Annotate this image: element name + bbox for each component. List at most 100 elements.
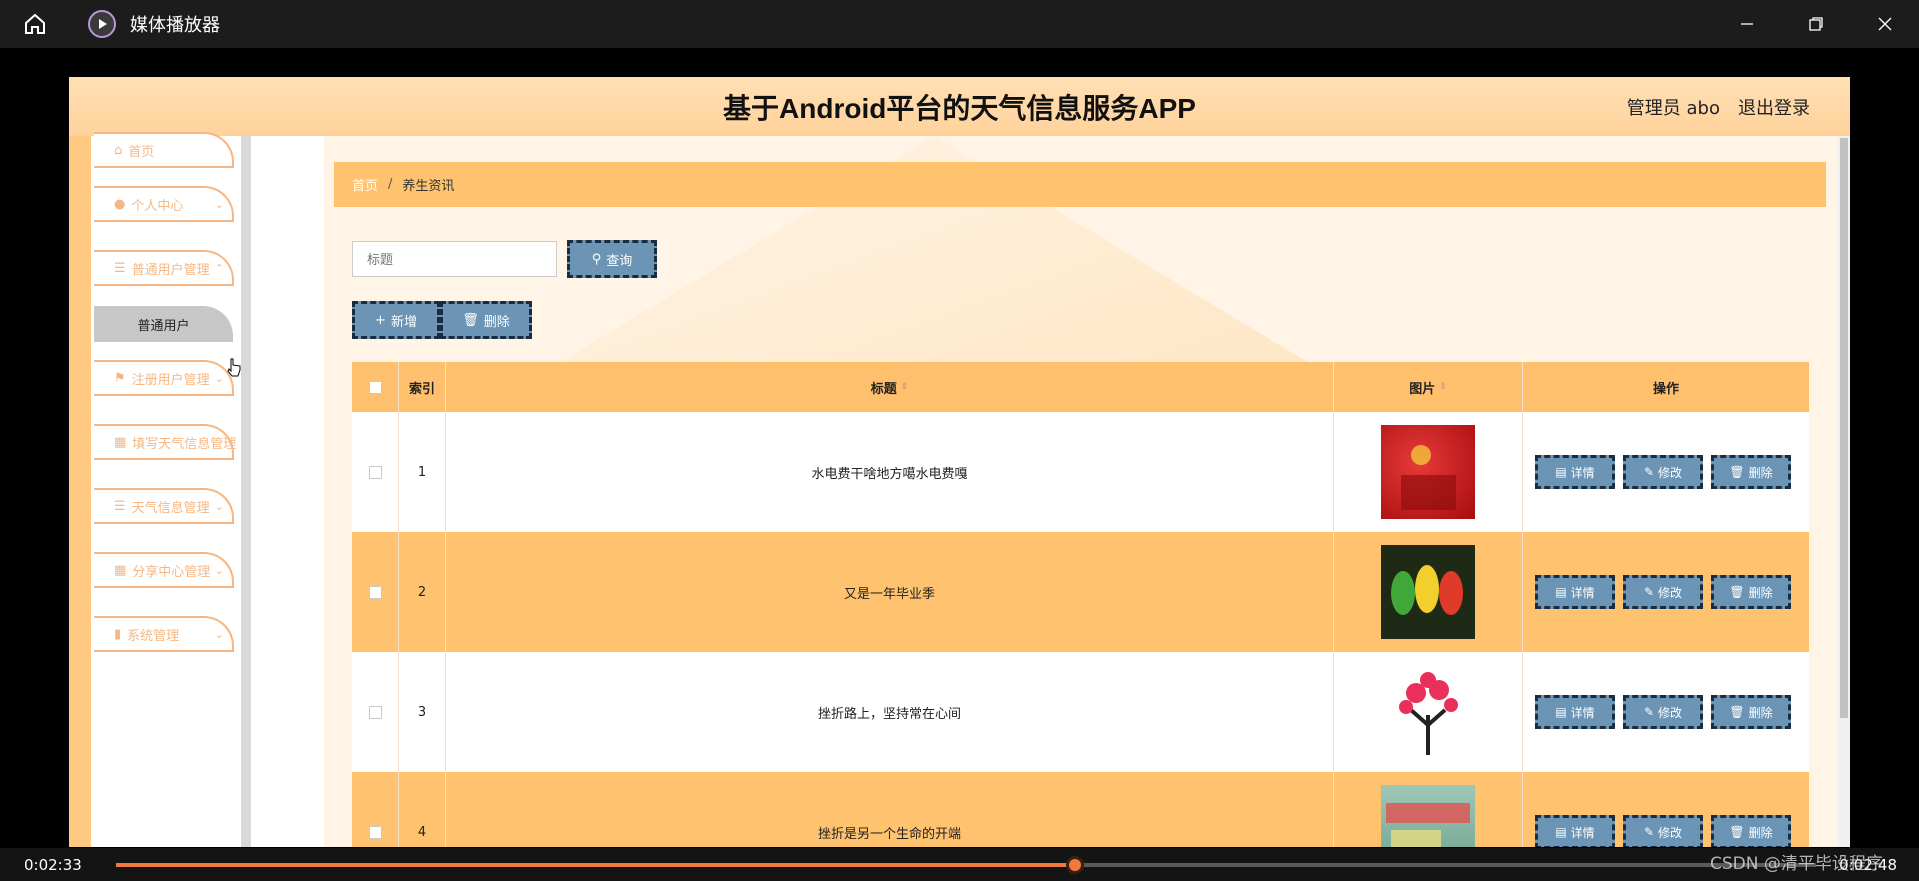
sidebar-item-label: 分享中心管理 <box>132 564 211 580</box>
breadcrumb-current: 养生资讯 <box>402 179 455 194</box>
row-index: 4 <box>399 772 446 847</box>
row-checkbox[interactable] <box>368 585 382 599</box>
delete-button[interactable]: 🗑 删除 <box>1711 695 1791 729</box>
document-icon: ▤ <box>1555 705 1567 719</box>
row-title: 水电费干啥地方噶水电费嘎 <box>446 412 1334 532</box>
maximize-button[interactable] <box>1781 0 1850 48</box>
delete-button[interactable]: 🗑 删除 <box>1711 455 1791 489</box>
edit-label: 修改 <box>1658 465 1683 480</box>
row-checkbox[interactable] <box>368 825 382 839</box>
row-checkbox[interactable] <box>368 705 382 719</box>
row-thumbnail-image[interactable] <box>1381 425 1475 519</box>
row-checkbox[interactable] <box>368 465 382 479</box>
add-button[interactable]: + 新增 <box>352 301 440 339</box>
search-icon: ⚲ <box>591 251 602 267</box>
sidebar-item-home[interactable]: ⌂ 首页 <box>94 132 234 168</box>
scrollbar-thumb[interactable] <box>1840 138 1848 718</box>
edit-button[interactable]: ✎ 修改 <box>1623 695 1703 729</box>
sidebar-item-normal-user-mgmt[interactable]: ☰ 普通用户管理 ⌃ <box>94 250 234 286</box>
edit-button[interactable]: ✎ 修改 <box>1623 815 1703 847</box>
row-thumbnail-image[interactable] <box>1381 785 1475 847</box>
sidebar-item-weather-mgmt[interactable]: ☰ 天气信息管理 ⌄ <box>94 488 234 524</box>
document-icon: ▤ <box>1555 465 1567 479</box>
admin-user-label[interactable]: 管理员 abo <box>1627 94 1720 120</box>
sidebar-item-label: 系统管理 <box>127 628 180 644</box>
vertical-scrollbar[interactable] <box>1838 136 1850 847</box>
chevron-down-icon: ⌄ <box>214 197 224 211</box>
sidebar-item-label: 填写天气信息管理 <box>132 436 237 452</box>
close-button[interactable] <box>1850 0 1919 48</box>
logout-link[interactable]: 退出登录 <box>1738 94 1810 120</box>
detail-button[interactable]: ▤ 详情 <box>1535 815 1615 847</box>
detail-button[interactable]: ▤ 详情 <box>1535 575 1615 609</box>
row-title: 挫折是另一个生命的开端 <box>446 772 1334 847</box>
sidebar-item-share-center-mgmt[interactable]: ▦ 分享中心管理 ⌄ <box>94 552 234 588</box>
query-button[interactable]: ⚲ 查询 <box>567 240 657 278</box>
header-index: 索引 <box>399 362 446 412</box>
batch-delete-button[interactable]: 🗑 删除 <box>440 301 532 339</box>
sidebar-item-registered-user-mgmt[interactable]: ⚑ 注册用户管理 ⌄ <box>94 360 234 396</box>
sidebar-subitem-normal-user[interactable]: 普通用户 <box>94 306 233 342</box>
header-title[interactable]: 标题 ⇕ <box>446 362 1334 412</box>
user-icon: ● <box>114 196 126 212</box>
table-row: 2 又是一年毕业季 ▤ 详情 ✎ 修改 🗑 删除 <box>352 532 1809 652</box>
delete-label: 删除 <box>1748 825 1773 840</box>
sidebar-item-fill-weather-mgmt[interactable]: ▦ 填写天气信息管理 <box>94 424 237 460</box>
table-row: 1 水电费干啥地方噶水电费嘎 ▤ 详情 ✎ 修改 🗑 删除 <box>352 412 1809 532</box>
breadcrumb-home-link[interactable]: 首页 <box>352 175 378 194</box>
detail-button[interactable]: ▤ 详情 <box>1535 455 1615 489</box>
add-label: 新增 <box>390 314 417 330</box>
detail-button[interactable]: ▤ 详情 <box>1535 695 1615 729</box>
delete-label: 删除 <box>1748 465 1773 480</box>
window-title: 媒体播放器 <box>130 15 220 36</box>
layout-gutter <box>241 136 337 847</box>
chevron-down-icon: ⌄ <box>214 563 224 577</box>
table-header: 索引 标题 ⇕ 图片 ⇕ 操作 <box>352 362 1809 412</box>
flag-icon: ⚑ <box>114 370 126 386</box>
minimize-button[interactable] <box>1712 0 1781 48</box>
row-thumbnail-image[interactable] <box>1381 665 1475 759</box>
watermark: CSDN @清平毕设程序 <box>1710 854 1883 874</box>
sidebar-item-personal-center[interactable]: ● 个人中心 ⌄ <box>94 186 234 222</box>
trash-icon: 🗑 <box>462 312 479 328</box>
edit-label: 修改 <box>1658 585 1683 600</box>
header-title-label: 标题 <box>870 381 897 397</box>
current-time: 0:02:33 <box>24 856 82 874</box>
header-image-label: 图片 <box>1409 381 1436 397</box>
window-titlebar: 媒体播放器 <box>0 0 1919 48</box>
row-index: 2 <box>399 532 446 652</box>
seek-bar[interactable] <box>116 856 1816 874</box>
chevron-up-icon: ⌃ <box>214 261 224 275</box>
breadcrumb: 首页 / 养生资讯 <box>334 162 1826 207</box>
grid-icon: ▦ <box>114 562 127 578</box>
select-all-checkbox[interactable] <box>368 380 382 394</box>
document-icon: ▤ <box>1555 585 1567 599</box>
row-index: 1 <box>399 412 446 532</box>
header-image[interactable]: 图片 ⇕ <box>1334 362 1523 412</box>
delete-button[interactable]: 🗑 删除 <box>1711 815 1791 847</box>
sidebar-item-label: 注册用户管理 <box>131 372 210 388</box>
seek-bar-handle[interactable] <box>1066 856 1085 874</box>
row-title: 挫折路上，坚持常在心间 <box>446 652 1334 772</box>
row-thumbnail-image[interactable] <box>1381 545 1475 639</box>
row-title: 又是一年毕业季 <box>446 532 1334 652</box>
edit-label: 修改 <box>1658 825 1683 840</box>
sort-icon: ⇕ <box>1439 382 1447 392</box>
sidebar-item-label: 首页 <box>128 144 155 160</box>
sidebar-item-label: 天气信息管理 <box>131 500 210 516</box>
plus-icon: + <box>375 312 386 328</box>
chevron-down-icon: ⌄ <box>214 499 224 513</box>
home-icon[interactable] <box>0 12 70 36</box>
sidebar-item-system-mgmt[interactable]: ▮ 系统管理 ⌄ <box>94 616 234 652</box>
app-title: 基于Android平台的天气信息服务APP <box>723 92 1196 124</box>
sort-icon: ⇕ <box>900 382 909 392</box>
edit-button[interactable]: ✎ 修改 <box>1623 575 1703 609</box>
breadcrumb-separator: / <box>388 177 393 192</box>
edit-button[interactable]: ✎ 修改 <box>1623 455 1703 489</box>
edit-label: 修改 <box>1658 705 1683 720</box>
detail-label: 详情 <box>1570 465 1595 480</box>
player-controls: 0:02:33 0:02:48 <box>0 848 1919 881</box>
title-search-input[interactable] <box>352 241 557 277</box>
delete-label: 删除 <box>1748 705 1773 720</box>
delete-button[interactable]: 🗑 删除 <box>1711 575 1791 609</box>
